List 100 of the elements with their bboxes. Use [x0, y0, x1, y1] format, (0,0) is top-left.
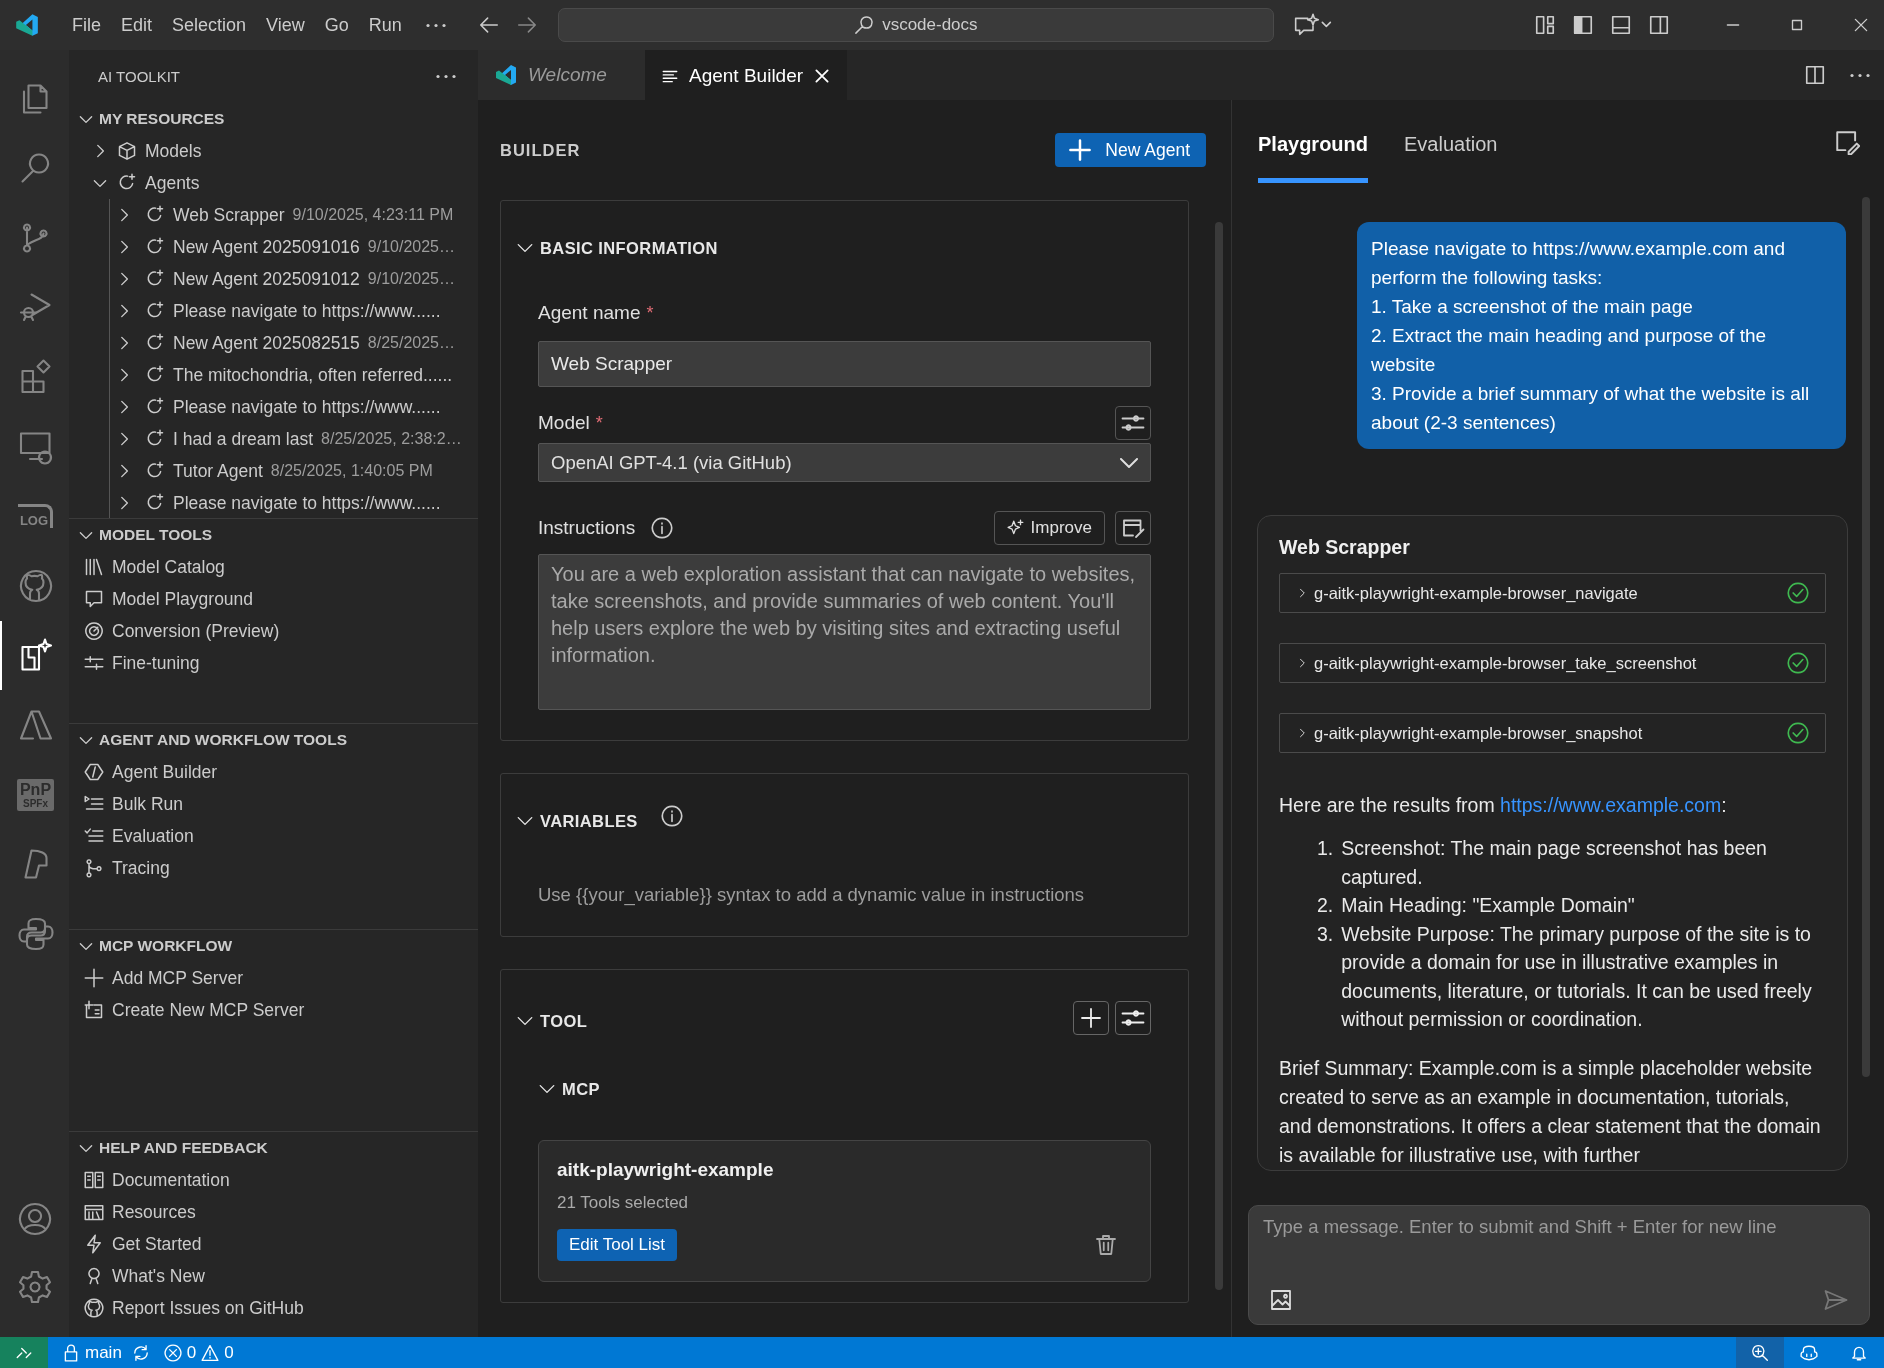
link[interactable]: https://www.example.com	[1500, 794, 1722, 816]
agent-item[interactable]: Please navigate to https://www......	[110, 487, 478, 518]
books-icon	[84, 557, 104, 577]
sidebar-item[interactable]: Add MCP Server	[69, 962, 478, 994]
section-header[interactable]: TOOL	[516, 1004, 588, 1038]
playground-tab[interactable]: Playground	[1258, 100, 1368, 183]
branch-button[interactable]: main	[62, 1342, 122, 1363]
close-icon[interactable]	[813, 66, 832, 85]
sidebar-item[interactable]: Models	[69, 135, 478, 167]
info-icon[interactable]	[661, 805, 683, 827]
sidebar-item[interactable]: Tracing	[69, 852, 478, 884]
section-header[interactable]: MCP WORKFLOW	[69, 930, 478, 962]
agent-item[interactable]: Tutor Agent 8/25/2025, 1:40:05 PM	[110, 455, 478, 487]
sidebar-item[interactable]: Evaluation	[69, 820, 478, 852]
agent-name: Web Scrapper	[1279, 536, 1411, 559]
panel-toggle-icon[interactable]	[1610, 14, 1632, 36]
sidebar-item[interactable]: Agents	[69, 167, 478, 199]
back-arrow-icon[interactable]	[477, 14, 500, 36]
zoom-button[interactable]	[1736, 1337, 1784, 1368]
model-dropdown[interactable]: OpenAI GPT-4.1 (via GitHub)	[538, 443, 1151, 482]
section-header[interactable]: MY RESOURCES	[69, 103, 478, 135]
send-icon[interactable]	[1823, 1288, 1849, 1312]
group-header[interactable]: MCP	[538, 1072, 1151, 1106]
plus-icon	[84, 968, 104, 988]
builder-title: BUILDER	[500, 140, 581, 160]
tool-call[interactable]: g-aitk-playwright-example-browser_navigate	[1279, 573, 1826, 613]
remote-button[interactable]	[0, 1337, 48, 1368]
tool-call[interactable]: g-aitk-playwright-example-browser_snapshot	[1279, 713, 1826, 753]
more-icon[interactable]	[425, 22, 446, 28]
copilot-icon[interactable]	[1800, 1343, 1818, 1362]
tool-call[interactable]: g-aitk-playwright-example-browser_take_screenshot	[1279, 643, 1826, 683]
sidebar-item[interactable]: Model Catalog	[69, 551, 478, 583]
clear-chat-icon[interactable]	[1834, 128, 1860, 155]
edit-prompt-button[interactable]	[1115, 511, 1151, 545]
customize-layout-icon[interactable]	[1534, 14, 1556, 36]
menu-item[interactable]: Go	[314, 14, 359, 36]
sidebar-item[interactable]: Documentation	[69, 1164, 478, 1196]
agent-item[interactable]: I had a dream last 8/25/2025, 2:38:2…	[110, 423, 478, 455]
split-editor-icon[interactable]	[1804, 64, 1826, 86]
message-line: Please navigate to https://www.example.com and perform the following tasks:	[1371, 237, 1786, 290]
agent-item[interactable]: Please navigate to https://www......	[110, 295, 478, 327]
sidebar-item[interactable]: Model Playground	[69, 583, 478, 615]
section-header[interactable]: AGENT AND WORKFLOW TOOLS	[69, 724, 478, 756]
error-icon	[163, 1343, 182, 1362]
more-icon[interactable]	[1850, 72, 1870, 78]
add-window-icon	[84, 1000, 104, 1020]
sync-icon[interactable]	[131, 1343, 150, 1362]
sidebar-item[interactable]: Get Started	[69, 1228, 478, 1260]
more-icon[interactable]	[436, 74, 456, 79]
add-tool-button[interactable]	[1073, 1001, 1109, 1035]
sidebar-item[interactable]: Agent Builder	[69, 756, 478, 788]
info-icon[interactable]	[651, 517, 674, 539]
tool-settings-button[interactable]	[1115, 1001, 1151, 1035]
settings-icon[interactable]	[16, 1269, 53, 1305]
section-header[interactable]: MODEL TOOLS	[69, 519, 478, 551]
menu-item[interactable]: Run	[358, 14, 412, 36]
agent-item[interactable]: The mitochondria, often referred......	[110, 359, 478, 391]
agent-item[interactable]: New Agent 2025082515 8/25/2025…	[110, 327, 478, 359]
playground-tab[interactable]: Evaluation	[1404, 100, 1498, 183]
sidebar-item[interactable]: Bulk Run	[69, 788, 478, 820]
trash-icon[interactable]	[1094, 1233, 1118, 1257]
account-icon[interactable]	[16, 1201, 53, 1237]
section-header[interactable]: HELP AND FEEDBACK	[69, 1132, 478, 1164]
sidebar-item[interactable]: Conversion (Preview)	[69, 615, 478, 647]
activity-item[interactable]: LOG	[0, 481, 69, 552]
agent-item[interactable]: New Agent 2025091016 9/10/2025…	[110, 231, 478, 263]
agent-name-field[interactable]: Web Scrapper	[538, 341, 1151, 387]
problems-button[interactable]: 0 0	[163, 1342, 234, 1363]
message-field[interactable]: Type a message. Enter to submit and Shift + Enter for new line	[1263, 1216, 1855, 1288]
sidebar-item[interactable]: Create New MCP Server	[69, 994, 478, 1026]
new-agent-button[interactable]: New Agent	[1055, 133, 1206, 167]
instructions-field[interactable]: You are a web exploration assistant that can navigate to websites, take screenshots, and provide summaries of web content. You'll help users explore the web by visiting sites and extracting useful information.	[538, 554, 1151, 710]
agent-item[interactable]: Please navigate to https://www......	[110, 391, 478, 423]
editor-tab[interactable]: Agent Builder	[645, 50, 848, 100]
scrollbar[interactable]	[1215, 222, 1223, 1290]
section-header[interactable]: BASIC INFORMATION	[516, 231, 1151, 265]
secondary-sidebar-icon[interactable]	[1648, 14, 1670, 36]
section-header[interactable]: VARIABLES	[516, 804, 1151, 838]
sidebar-item[interactable]: What's New	[69, 1260, 478, 1292]
image-icon[interactable]	[1269, 1288, 1293, 1312]
command-center[interactable]: vscode-docs	[557, 8, 1274, 42]
sidebar-item[interactable]: Fine-tuning	[69, 647, 478, 679]
agent-item[interactable]: New Agent 2025091012 9/10/2025…	[110, 263, 478, 295]
edit-tool-list-button[interactable]: Edit Tool List	[557, 1229, 678, 1261]
agent-item[interactable]: Web Scrapper 9/10/2025, 4:23:11 PM	[110, 199, 478, 231]
sidebar-item[interactable]: Report Issues on GitHub	[69, 1292, 478, 1324]
close-icon[interactable]	[1852, 16, 1870, 34]
model-settings-button[interactable]	[1115, 406, 1151, 440]
sidebar-item[interactable]: Resources	[69, 1196, 478, 1228]
lightning-icon	[84, 1234, 104, 1254]
sidebar-toggle-icon[interactable]	[1572, 14, 1594, 36]
forward-arrow-icon[interactable]	[515, 14, 538, 36]
improve-button[interactable]: Improve	[993, 511, 1105, 545]
editor-tab[interactable]: Welcome	[478, 50, 645, 100]
menu-item[interactable]: View	[256, 14, 315, 36]
menu-item[interactable]: Selection	[162, 14, 257, 36]
menu-item[interactable]: Edit	[111, 14, 163, 36]
scrollbar[interactable]	[1862, 197, 1870, 1077]
menu-item[interactable]: File	[62, 14, 111, 36]
message-input[interactable]: Type a message. Enter to submit and Shift + Enter for new line	[1248, 1205, 1870, 1325]
